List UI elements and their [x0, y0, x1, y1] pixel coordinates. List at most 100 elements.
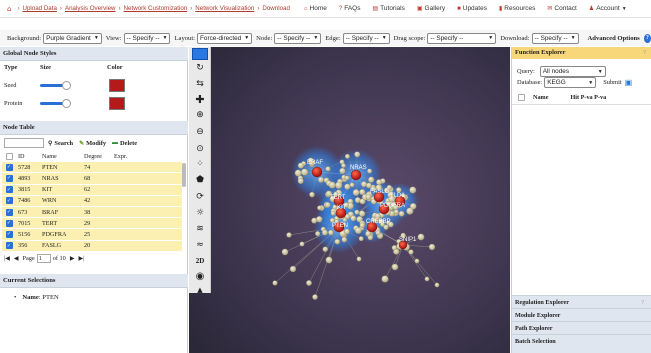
table-row[interactable]: ✓ 5156 PDGFRA 25: [2, 229, 182, 241]
shape-icon[interactable]: ⬟: [189, 175, 211, 185]
help-icon[interactable]: ?: [643, 49, 646, 56]
protein-node[interactable]: [294, 169, 302, 177]
light-icon[interactable]: ☼: [189, 208, 211, 218]
protein-node[interactable]: [321, 229, 328, 236]
protein-node[interactable]: [367, 168, 373, 174]
zoom-out-icon[interactable]: ⊖: [189, 127, 211, 137]
row-checkbox[interactable]: ✓: [5, 186, 13, 194]
pan-icon[interactable]: ✚: [189, 93, 211, 106]
menu-updates[interactable]: ■ Updates: [457, 5, 487, 12]
row-checkbox[interactable]: ✓: [5, 242, 13, 250]
record-icon[interactable]: ◉: [189, 271, 211, 282]
menu-faqs[interactable]: ? FAQs: [339, 5, 361, 12]
protein-node[interactable]: [322, 246, 329, 252]
page-number-input[interactable]: 1: [36, 254, 51, 263]
protein-node[interactable]: [325, 202, 331, 208]
protein-node[interactable]: [428, 243, 436, 251]
protein-node[interactable]: [356, 256, 362, 262]
protein-node[interactable]: [329, 217, 335, 223]
protein-node[interactable]: [375, 230, 381, 236]
row-checkbox[interactable]: ✓: [5, 163, 13, 171]
row-checkbox[interactable]: ✓: [5, 197, 13, 205]
protein-node[interactable]: [361, 181, 367, 188]
layout-select[interactable]: Force-directed ▼: [197, 32, 253, 44]
row-checkbox[interactable]: ✓: [5, 174, 13, 182]
module-explorer-header[interactable]: Module Explorer: [512, 308, 651, 321]
edge-select[interactable]: -- Specify -- ▼: [342, 32, 390, 44]
protein-node[interactable]: [368, 176, 375, 183]
protein-node[interactable]: [286, 232, 292, 238]
protein-node[interactable]: [365, 194, 372, 200]
protein-node[interactable]: [354, 227, 362, 234]
protein-node[interactable]: [393, 209, 399, 215]
protein-node[interactable]: [272, 280, 278, 286]
id-column-header[interactable]: ID: [16, 153, 42, 160]
protein-node[interactable]: [408, 249, 414, 255]
protein-node[interactable]: [344, 228, 350, 235]
protein-node[interactable]: [328, 181, 336, 189]
protein-node[interactable]: [289, 265, 297, 273]
name-column-header[interactable]: Name: [42, 153, 84, 160]
seed-node[interactable]: [350, 169, 362, 181]
row-checkbox[interactable]: ✓: [5, 230, 13, 238]
protein-node[interactable]: [325, 166, 331, 172]
protein-node[interactable]: [396, 187, 402, 193]
regulation-explorer-header[interactable]: Regulation Explorer?: [512, 295, 651, 308]
zoom-in-icon[interactable]: ⊕: [189, 110, 211, 120]
delete-button[interactable]: ▬ Delete: [112, 140, 137, 147]
table-row[interactable]: ✓ 673 BRAF 38: [2, 206, 182, 219]
protein-node[interactable]: [409, 186, 417, 194]
select-all-checkbox[interactable]: [518, 94, 525, 101]
slider-handle[interactable]: [62, 81, 71, 90]
function-explorer-header[interactable]: Function Explorer ?: [512, 47, 651, 59]
breadcrumb-network-visualization[interactable]: Network Visualization: [195, 5, 254, 12]
background-select[interactable]: Purple Gradient ▼: [43, 32, 102, 44]
wave-icon[interactable]: ≈: [189, 240, 211, 250]
network-graph[interactable]: BRAF NRAS TERT KIT PTEN FASLG PDGFRA TLD1 CREBBP…: [189, 47, 510, 353]
protein-node[interactable]: [350, 215, 357, 222]
table-row[interactable]: ✓ 7015 TERT 29: [2, 218, 182, 230]
protein-node[interactable]: [316, 216, 323, 223]
protein-node[interactable]: [352, 189, 360, 196]
table-row[interactable]: ✓ 4893 NRAS 68: [2, 173, 182, 185]
pin-icon[interactable]: ▲: [189, 286, 211, 294]
first-page-icon[interactable]: |◀: [4, 255, 10, 262]
node-grid-scrollbar[interactable]: [182, 163, 186, 187]
table-row[interactable]: ✓ 5728 PTEN 74: [2, 162, 182, 174]
protein-node[interactable]: [301, 168, 309, 176]
previous-page-icon[interactable]: ◀: [14, 255, 19, 262]
protein-node[interactable]: [317, 176, 324, 183]
name-column-header[interactable]: Name: [533, 94, 548, 101]
degree-column-header[interactable]: Degree: [84, 153, 114, 160]
protein-node[interactable]: [311, 217, 318, 224]
protein-size-slider[interactable]: [40, 99, 71, 108]
menu-home[interactable]: ⌂ Home: [304, 5, 327, 12]
protein-node[interactable]: [366, 182, 372, 189]
row-checkbox[interactable]: ✓: [5, 208, 13, 216]
search-button[interactable]: ⚲ Search: [48, 140, 73, 147]
protein-node[interactable]: [414, 258, 420, 264]
protein-node[interactable]: [341, 236, 348, 243]
protein-node[interactable]: [309, 191, 315, 198]
protein-node[interactable]: [365, 230, 371, 237]
protein-node[interactable]: [334, 238, 341, 245]
menu-gallery[interactable]: ▣ Gallery: [417, 5, 445, 12]
slider-handle[interactable]: [62, 99, 71, 108]
help-icon[interactable]: ?: [643, 33, 651, 43]
save-icon[interactable]: ▣: [625, 78, 633, 87]
protein-node[interactable]: [354, 209, 360, 215]
menu-account[interactable]: ♟ Account ▼: [589, 5, 627, 12]
protein-node[interactable]: [317, 205, 323, 211]
seed-color-swatch[interactable]: [109, 79, 125, 92]
protein-node[interactable]: [424, 276, 430, 282]
scatter-icon[interactable]: ⁘: [189, 159, 211, 169]
home-icon[interactable]: ⌂: [7, 5, 11, 13]
redo-icon[interactable]: ⇆: [189, 79, 211, 89]
protein-node[interactable]: [344, 153, 350, 159]
protein-node[interactable]: [341, 163, 346, 168]
advanced-options-link[interactable]: Advanced Options: [588, 35, 640, 42]
node-search-input[interactable]: [4, 138, 44, 148]
drag-scope-select[interactable]: -- Specify -- ▼: [427, 32, 497, 44]
protein-node[interactable]: [315, 231, 321, 237]
protein-node[interactable]: [297, 162, 304, 169]
